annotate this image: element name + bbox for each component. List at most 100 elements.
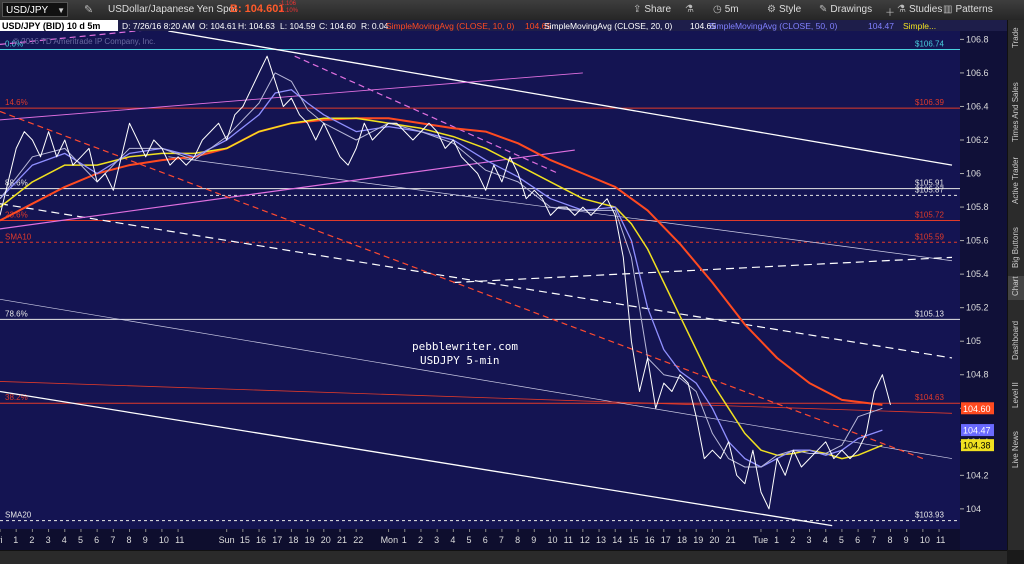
- bid-price: B: 104.601: [230, 3, 285, 15]
- patterns-label: Patterns: [955, 4, 993, 15]
- annotation-line: USDJPY 5-min: [420, 354, 499, 367]
- header-item: Simple...: [903, 21, 936, 31]
- x-tick-label: 10: [159, 535, 169, 545]
- symbol-text: USD/JPY: [6, 5, 49, 16]
- y-tick-label: 105.6: [966, 236, 989, 246]
- drawings-button[interactable]: ✎ Drawings: [819, 4, 872, 15]
- x-tick-label: 14: [612, 535, 622, 545]
- sidebar-tab-active-trader[interactable]: Active Trader: [1008, 150, 1024, 208]
- x-tick-label: 10: [920, 535, 930, 545]
- sidebar-tab-trade[interactable]: Trade: [1008, 24, 1024, 52]
- header-item: SimpleMovingAvg (CLOSE, 10, 0): [386, 21, 515, 31]
- flask-button[interactable]: ⚗: [685, 4, 697, 15]
- x-tick-label: 7: [499, 535, 504, 545]
- x-tick-label: 16: [645, 535, 655, 545]
- x-tick-label: 6: [483, 535, 488, 545]
- level-price-level-sub: $105.87: [915, 185, 944, 194]
- x-tick-label: 20: [321, 535, 331, 545]
- y-tick-label: 106.8: [966, 34, 989, 44]
- x-tick-label: 1: [13, 535, 18, 545]
- pencil-icon: ✎: [819, 4, 828, 15]
- x-tick-label: 22: [353, 535, 363, 545]
- symbol-selector[interactable]: USD/JPY ▼: [2, 2, 68, 17]
- x-tick-label: 3: [434, 535, 439, 545]
- x-tick-label: 13: [596, 535, 606, 545]
- x-tick-label: 10: [547, 535, 557, 545]
- x-tick-label: Fri: [0, 535, 3, 545]
- pencil-icon[interactable]: ✎: [84, 3, 93, 16]
- y-tick-label: 106.6: [966, 68, 989, 78]
- level-price-level-sma20: $103.93: [915, 511, 944, 520]
- x-tick-label: 2: [790, 535, 795, 545]
- sidebar-tab-label: Chart: [1011, 276, 1020, 296]
- x-tick-label: 12: [580, 535, 590, 545]
- x-tick-label: 9: [904, 535, 909, 545]
- drawings-label: Drawings: [830, 4, 873, 15]
- x-tick-label: 21: [726, 535, 736, 545]
- studies-button[interactable]: ⚗ Studies: [897, 4, 942, 15]
- sidebar-tab-label: Trade: [1011, 27, 1020, 48]
- x-tick-label: 1: [402, 535, 407, 545]
- header-item: SimpleMovingAvg (CLOSE, 50, 0): [709, 21, 838, 31]
- sidebar-tab-label: Big Buttons: [1011, 227, 1020, 268]
- timeframe-label: 5m: [724, 4, 739, 15]
- sidebar-tab-dashboard[interactable]: Dashboard: [1008, 304, 1024, 364]
- x-tick-label: 4: [823, 535, 828, 545]
- x-tick-label: 15: [628, 535, 638, 545]
- x-tick-label: 8: [127, 535, 132, 545]
- x-tick-label: 11: [175, 535, 184, 545]
- right-sidebar: Trade Times And Sales Active Trader Big But…: [1007, 20, 1024, 550]
- patterns-button[interactable]: ▥ Patterns: [943, 4, 993, 15]
- y-tick-label: 106.4: [966, 101, 989, 111]
- price-change-abs: -1.106: [279, 1, 297, 7]
- header-item: C: 104.60: [319, 21, 356, 31]
- sidebar-tab-chart[interactable]: Chart: [1008, 276, 1024, 300]
- header-item: 104.47: [868, 21, 894, 31]
- x-tick-label: 19: [305, 535, 315, 545]
- share-icon: ⇪: [633, 4, 642, 15]
- price-tag-text-tag-sma50: 104.47: [963, 426, 991, 436]
- share-button[interactable]: ⇪ Share: [633, 4, 671, 15]
- x-tick-label: 7: [871, 535, 876, 545]
- level-price-level-sma10: $105.59: [915, 232, 944, 241]
- y-tick-label: 104: [966, 504, 981, 514]
- level-label-level-14: 14.6%: [5, 98, 28, 107]
- header-item: D: 7/26/16 8:20 AM: [122, 21, 195, 31]
- price-change: -1.106 -1.10%: [279, 1, 298, 15]
- y-tick-label: 105.4: [966, 269, 989, 279]
- style-label: Style: [778, 4, 802, 15]
- y-tick-label: 105.8: [966, 202, 989, 212]
- x-tick-label: 19: [693, 535, 703, 545]
- x-tick-label: 18: [677, 535, 687, 545]
- header-item: H: 104.63: [238, 21, 275, 31]
- y-tick-label: 104.2: [966, 470, 989, 480]
- x-tick-label: 5: [78, 535, 83, 545]
- sidebar-tab-live-news[interactable]: Live News: [1008, 416, 1024, 472]
- clock-icon: ◷: [713, 4, 722, 15]
- sidebar-tab-big-buttons[interactable]: Big Buttons: [1008, 212, 1024, 272]
- x-tick-label: 1: [774, 535, 779, 545]
- x-tick-label: 6: [855, 535, 860, 545]
- sidebar-tab-times-and-sales[interactable]: Times And Sales: [1008, 56, 1024, 146]
- level-price-level-78: $105.13: [915, 309, 944, 318]
- studies-label: Studies: [908, 4, 943, 15]
- style-button[interactable]: ⚙ Style: [767, 4, 801, 15]
- bottom-bar: [0, 550, 1007, 564]
- header-item: SimpleMovingAvg (CLOSE, 20, 0): [544, 21, 673, 31]
- level-price-level-23: $105.72: [915, 210, 944, 219]
- x-tick-label: 8: [515, 535, 520, 545]
- price-chart[interactable]: 104104.2104.4104.6104.8105105.2105.4105.…: [0, 20, 1007, 550]
- x-tick-label: 9: [143, 535, 148, 545]
- x-tick-label: 8: [887, 535, 892, 545]
- x-tick-label: 2: [29, 535, 34, 545]
- x-tick-label: 3: [807, 535, 812, 545]
- bars-icon: ▥: [943, 4, 953, 15]
- y-tick-label: 106.2: [966, 135, 989, 145]
- sidebar-tab-level-ii[interactable]: Level II: [1008, 368, 1024, 412]
- x-tick-label: 3: [46, 535, 51, 545]
- x-tick-label: 18: [288, 535, 298, 545]
- timeframe-button[interactable]: ◷ 5m: [713, 4, 739, 15]
- top-toolbar: USD/JPY ▼ ✎ USDollar/Japanese Yen Spot B…: [0, 0, 1024, 21]
- price-tag-text-tag-last: 104.60: [963, 404, 991, 414]
- plot-area: [0, 31, 960, 529]
